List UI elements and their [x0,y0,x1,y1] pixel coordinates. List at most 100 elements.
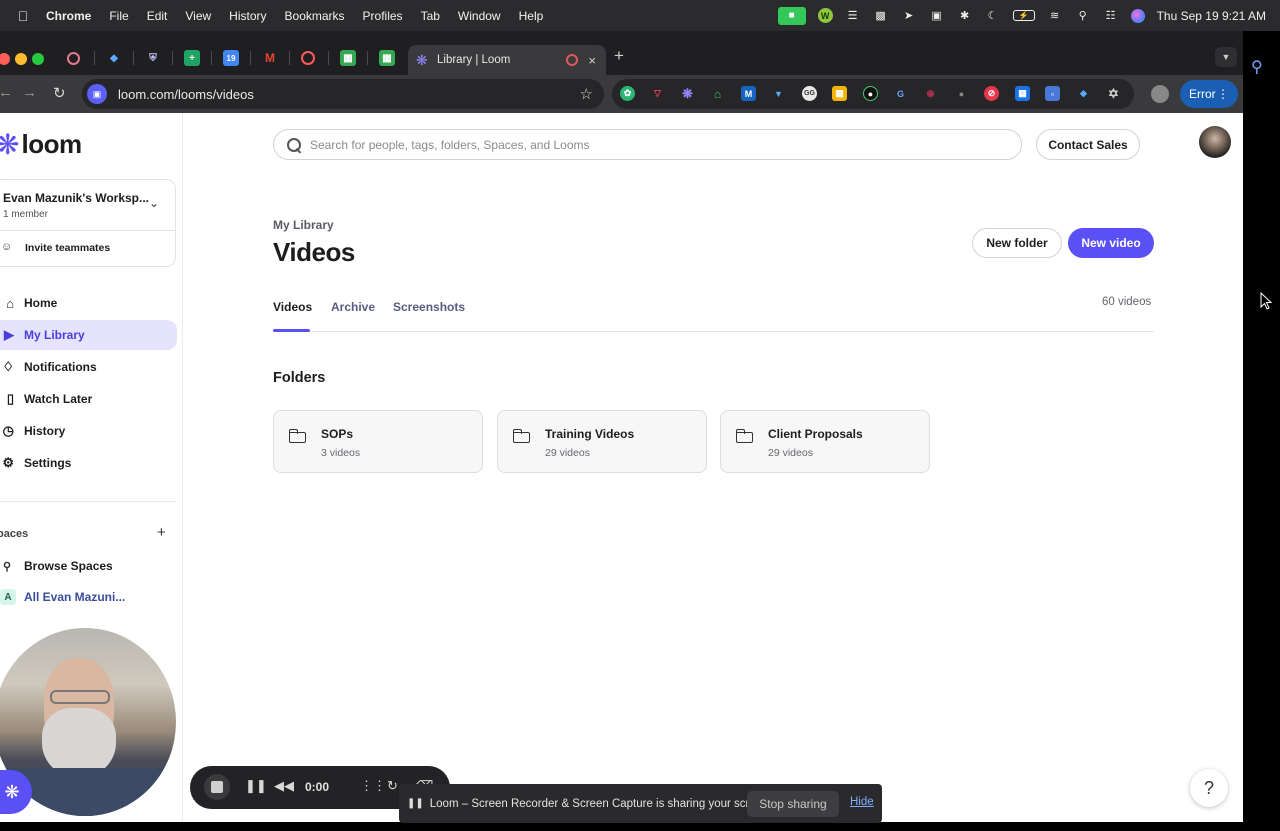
ext-book-icon[interactable]: ▦ [1015,86,1030,101]
rewind-icon[interactable]: ◀◀ [274,778,294,794]
contact-sales-button[interactable]: Contact Sales [1036,129,1140,160]
user-avatar[interactable] [1199,126,1231,158]
stop-recording-button[interactable] [204,774,230,800]
sidebar-item-history[interactable]: ◷ History [0,416,177,446]
address-bar[interactable]: ▣ loom.com/looms/videos ☆ [82,79,604,109]
chevron-down-icon[interactable]: ⌄ [149,196,159,210]
menu-view[interactable]: View [176,9,220,23]
tab-record-icon[interactable] [67,52,80,65]
tab-archive[interactable]: Archive [331,300,375,314]
apple-menu-icon[interactable]:  [0,8,46,24]
drag-handle-icon[interactable]: ⋮⋮ [360,778,386,794]
ext-leaf-icon[interactable]: ✿ [620,86,635,101]
tab-ring-icon[interactable] [301,51,315,65]
control-center-icon[interactable]: ☷ [1103,9,1119,23]
extensions-puzzle-icon[interactable]: ✡ [1106,86,1121,101]
tab-sheets-icon-2[interactable]: ▦ [379,50,395,66]
tab-gem-icon[interactable]: ◆ [106,50,122,66]
tab-videos[interactable]: Videos [273,300,312,314]
menu-file[interactable]: File [100,9,137,23]
sidebar-item-home[interactable]: ⌂ Home [0,288,177,318]
url-text[interactable]: loom.com/looms/videos [118,87,254,102]
menu-profiles[interactable]: Profiles [354,9,412,23]
add-space-plus-icon[interactable]: + [157,524,166,541]
sidebar-item-settings[interactable]: ⚙ Settings [0,448,177,478]
battery-icon[interactable]: ⚡ [1012,10,1035,21]
ext-block-icon[interactable]: ⊘ [984,86,999,101]
restart-icon[interactable]: ↻ [387,778,398,794]
list-icon[interactable]: ☰ [845,9,861,23]
new-folder-button[interactable]: New folder [972,228,1062,258]
back-arrow-icon[interactable]: ← [0,84,13,101]
send-icon[interactable]: ➤ [901,9,917,23]
siri-icon[interactable] [1130,8,1145,23]
folder-card-client-proposals[interactable]: Client Proposals 29 videos [720,410,930,473]
ext-square-icon[interactable]: ▦ [832,86,847,101]
screen-share-icon[interactable]: ▩ [873,9,889,23]
chrome-profile-avatar[interactable] [1151,85,1169,103]
menu-edit[interactable]: Edit [138,9,177,23]
ext-pocket-icon[interactable]: ▽ [650,86,665,101]
error-profile-button[interactable]: Error ⋮ [1180,80,1238,108]
tab-sheets-plus-icon[interactable]: + [184,50,200,66]
ext-gem-icon[interactable]: ◆ [1076,86,1091,101]
tab-calendar-icon[interactable]: 19 [223,50,239,66]
global-search[interactable] [273,129,1022,160]
folder-card-sops[interactable]: SOPs 3 videos [273,410,483,473]
close-tab-icon[interactable]: × [588,53,596,68]
new-video-button[interactable]: New video [1068,228,1154,258]
tab-shield-icon[interactable]: ⛨ [145,50,161,66]
browse-spaces-item[interactable]: ⚲ Browse Spaces [0,559,113,573]
menu-help[interactable]: Help [510,9,553,23]
menubar-clock[interactable]: Thu Sep 19 9:21 AM [1157,9,1266,23]
spotlight-icon[interactable]: ⚲ [1075,9,1091,23]
ext-red-circle-icon[interactable]: ◉ [923,86,938,101]
search-input[interactable] [310,137,990,152]
ext-funnel-icon[interactable]: ▼ [771,86,786,101]
hide-link[interactable]: Hide [850,796,874,808]
tab-gmail-icon[interactable]: M [262,50,278,66]
breadcrumb[interactable]: My Library [273,218,334,232]
ext-doc-icon[interactable]: ▫ [1045,86,1060,101]
minimize-window-icon[interactable] [15,53,27,65]
ext-m-icon[interactable]: M [741,86,756,101]
display-icon[interactable]: ▣ [929,9,945,23]
loom-logo[interactable]: ❋ loom [0,129,82,160]
ext-microphone-icon[interactable]: ● [954,86,969,101]
side-panel-search-icon[interactable]: ⚲ [1251,57,1263,77]
menu-tab[interactable]: Tab [412,9,449,23]
all-workspace-space-item[interactable]: A All Evan Mazuni... [0,589,125,605]
zoom-window-icon[interactable] [32,53,44,65]
tab-search-chevron-icon[interactable]: ▼ [1215,47,1237,67]
bluetooth-icon[interactable]: ✱ [957,9,973,23]
wifi-icon[interactable]: ≋ [1047,9,1063,23]
menu-bookmarks[interactable]: Bookmarks [276,9,354,23]
menu-window[interactable]: Window [449,9,510,23]
tab-screenshots[interactable]: Screenshots [393,300,465,314]
invite-teammates-link[interactable]: Invite teammates [25,242,110,254]
ext-gg-icon[interactable]: GG [802,86,817,101]
stop-sharing-button[interactable]: Stop sharing [747,791,839,817]
bookmark-star-icon[interactable]: ☆ [580,85,593,103]
folder-card-training-videos[interactable]: Training Videos 29 videos [497,410,707,473]
menu-app-name[interactable]: Chrome [46,9,100,23]
ext-g-icon[interactable]: G [893,86,908,101]
menu-history[interactable]: History [220,9,275,23]
new-tab-button[interactable]: + [614,46,624,66]
camera-in-use-icon[interactable]: ■ [777,6,806,25]
close-window-icon[interactable] [0,53,10,65]
tab-sheets-icon[interactable]: ▦ [340,50,356,66]
help-button[interactable]: ? [1190,769,1228,807]
reload-icon[interactable]: ↻ [53,84,66,102]
site-info-icon[interactable]: ▣ [87,84,107,104]
ext-grid-icon[interactable]: ⌂ [710,86,725,101]
workspace-switcher[interactable]: Evan Mazunik's Worksp... 1 member ⌄ ☺ In… [0,179,176,267]
sidebar-item-notifications[interactable]: ♢ Notifications [0,352,177,382]
tab-library-loom[interactable]: ❋ Library | Loom × [408,45,606,75]
forward-arrow-icon[interactable]: → [22,84,37,101]
pause-icon[interactable]: ❚❚ [245,778,267,794]
sidebar-item-watch-later[interactable]: ▯ Watch Later [0,384,177,414]
sidebar-item-my-library[interactable]: ▶ My Library [0,320,177,350]
ext-green-dot-icon[interactable]: ● [863,86,878,101]
ext-loom-icon[interactable]: ❋ [680,86,695,101]
